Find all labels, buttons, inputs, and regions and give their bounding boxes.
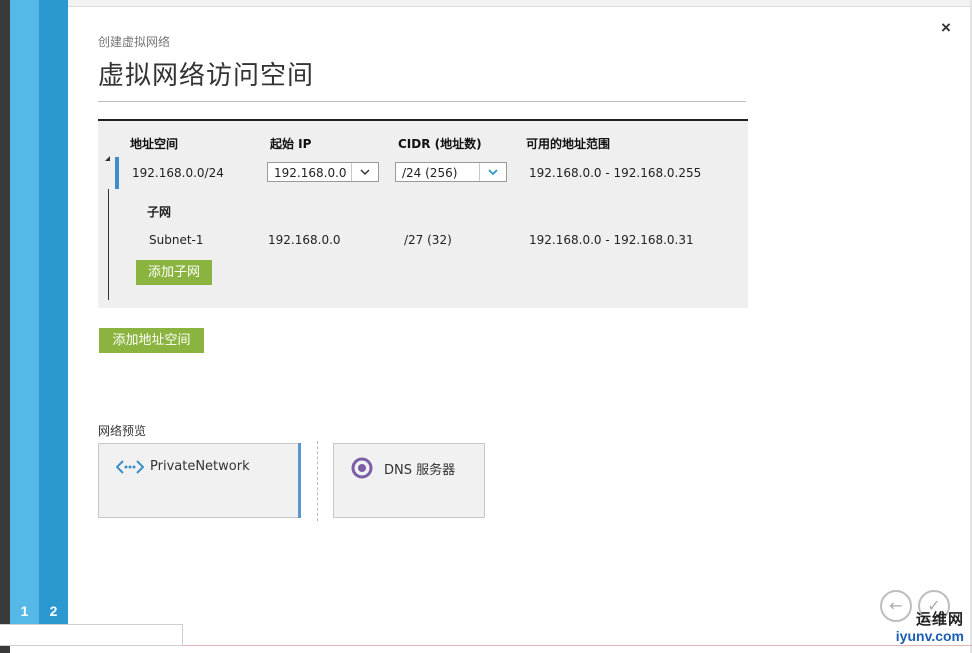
dns-server-name: DNS 服务器 xyxy=(384,463,456,478)
subnet-range: 192.168.0.0 - 192.168.0.31 xyxy=(529,233,694,247)
subnet-cidr[interactable]: /27 (32) xyxy=(404,233,452,247)
header-cidr: CIDR (地址数) xyxy=(398,137,482,151)
collapse-triangle-icon[interactable] xyxy=(105,156,110,161)
start-ip-value: 192.168.0.0 xyxy=(274,166,347,180)
step-number-2: 2 xyxy=(49,603,58,619)
selected-row-marker xyxy=(115,157,119,189)
subnet-start-ip[interactable]: 192.168.0.0 xyxy=(268,233,341,247)
header-address-space: 地址空间 xyxy=(130,137,179,151)
watermark-logo: 运维网 iyunv.com xyxy=(862,600,968,650)
header-start-ip: 起始 IP xyxy=(270,137,312,151)
close-button[interactable]: × xyxy=(941,18,951,38)
chevron-down-icon xyxy=(479,163,506,181)
private-network-name: PrivateNetwork xyxy=(150,459,250,474)
add-subnet-button[interactable]: 添加子网 xyxy=(136,260,212,285)
private-network-card[interactable]: PrivateNetwork xyxy=(98,443,301,518)
subnet-name[interactable]: Subnet-1 xyxy=(149,233,204,247)
wizard-step-1[interactable]: 1 xyxy=(10,0,39,624)
watermark-top-text: 运维网 xyxy=(915,610,964,628)
network-icon xyxy=(115,459,145,479)
address-space-panel: 地址空间 起始 IP CIDR (地址数) 可用的地址范围 192.168.0.… xyxy=(98,119,748,308)
network-preview-label: 网络预览 xyxy=(98,424,147,438)
dialog-top-border xyxy=(68,0,972,7)
subnet-tree-line xyxy=(108,189,109,300)
wizard-step-2[interactable]: 2 xyxy=(39,0,68,624)
header-usable-range: 可用的地址范围 xyxy=(526,137,611,151)
chevron-down-icon xyxy=(351,163,378,181)
dns-server-icon xyxy=(351,457,373,483)
cidr-value: /24 (256) xyxy=(402,166,458,180)
bottom-divider xyxy=(183,645,972,646)
subnet-header: 子网 xyxy=(147,205,172,219)
address-space-value[interactable]: 192.168.0.0/24 xyxy=(132,166,224,180)
page-title: 虚拟网络访问空间 xyxy=(98,61,315,91)
watermark-bottom-text: iyunv.com xyxy=(895,628,964,644)
step-number-1: 1 xyxy=(20,603,29,619)
title-divider xyxy=(98,101,746,102)
status-bar-field xyxy=(0,624,183,646)
selected-card-accent xyxy=(298,443,301,518)
cidr-select[interactable]: /24 (256) xyxy=(395,162,507,182)
breadcrumb: 创建虚拟网络 xyxy=(98,35,171,49)
add-address-space-button[interactable]: 添加地址空间 xyxy=(99,328,204,353)
preview-separator xyxy=(317,441,318,521)
address-space-range: 192.168.0.0 - 192.168.0.255 xyxy=(529,166,702,180)
dns-server-card[interactable]: DNS 服务器 xyxy=(333,443,485,518)
start-ip-select[interactable]: 192.168.0.0 xyxy=(267,162,379,182)
left-background-strip xyxy=(0,0,10,653)
